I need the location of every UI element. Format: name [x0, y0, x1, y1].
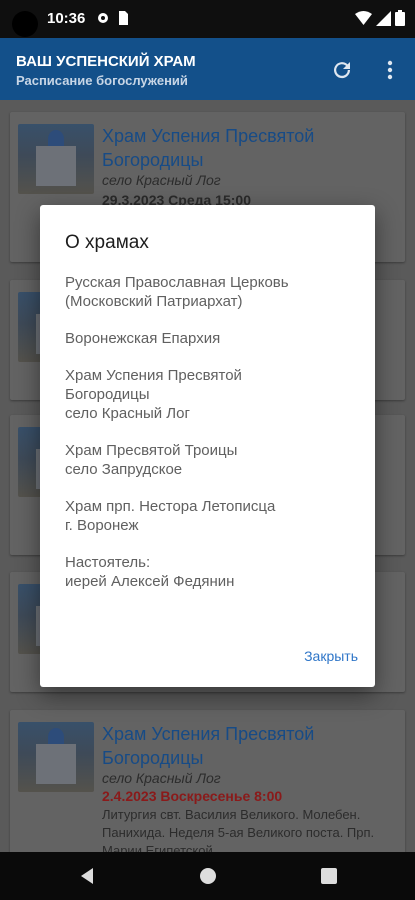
dialog-body: Русская Православная Церковь (Московский … [65, 273, 360, 609]
close-button[interactable]: Закрыть [304, 648, 358, 664]
about-dialog: О храмах Русская Православная Церковь (Мо… [40, 205, 375, 687]
card-place: село Красный Лог [102, 770, 221, 786]
schedule-card[interactable]: Храм Успения Пресвятой Богородицы село Кр… [10, 710, 405, 852]
battery-icon [395, 10, 405, 26]
dialog-paragraph: Храм Успения Пресвятой Богородицы село Кра… [65, 367, 242, 422]
church-thumbnail [18, 722, 94, 792]
wifi-icon [355, 10, 372, 25]
app-bar: ВАШ УСПЕНСКИЙ ХРАМ Расписание богослужен… [0, 38, 415, 100]
home-icon[interactable] [199, 867, 217, 885]
card-description: Литургия свт. Василия Великого. Молебен.… [102, 807, 375, 852]
signal-icon [376, 10, 391, 26]
status-time: 10:36 [47, 10, 86, 27]
card-date: 2.4.2023 Воскресенье 8:00 [102, 788, 283, 804]
gear-icon [98, 13, 108, 23]
dialog-paragraph: Настоятель: иерей Алексей Федянин [65, 554, 235, 590]
dialog-paragraph: Русская Православная Церковь (Московский … [65, 274, 289, 310]
app-title: ВАШ УСПЕНСКИЙ ХРАМ [16, 53, 196, 70]
camera-cutout [12, 11, 38, 37]
sd-card-icon [119, 11, 128, 25]
card-title: Храм Успения Пресвятой Богородицы [102, 724, 315, 768]
refresh-icon[interactable] [330, 58, 354, 82]
recents-icon[interactable] [320, 867, 338, 885]
dialog-paragraph: Воронежская Епархия [65, 330, 221, 347]
dialog-paragraph: Храм прп. Нестора Летописца г. Воронеж [65, 498, 276, 534]
more-vert-icon[interactable] [380, 58, 400, 82]
back-icon[interactable] [78, 867, 96, 885]
status-bar: 10:36 [0, 0, 415, 38]
app-subtitle: Расписание богослужений [16, 73, 188, 88]
card-title: Храм Успения Пресвятой Богородицы [102, 126, 315, 170]
church-thumbnail [18, 124, 94, 194]
card-place: село Красный Лог [102, 172, 221, 188]
dialog-title: О храмах [65, 232, 149, 253]
navigation-bar [0, 852, 415, 900]
dialog-paragraph: Храм Пресвятой Троицы село Запрудское [65, 442, 238, 478]
